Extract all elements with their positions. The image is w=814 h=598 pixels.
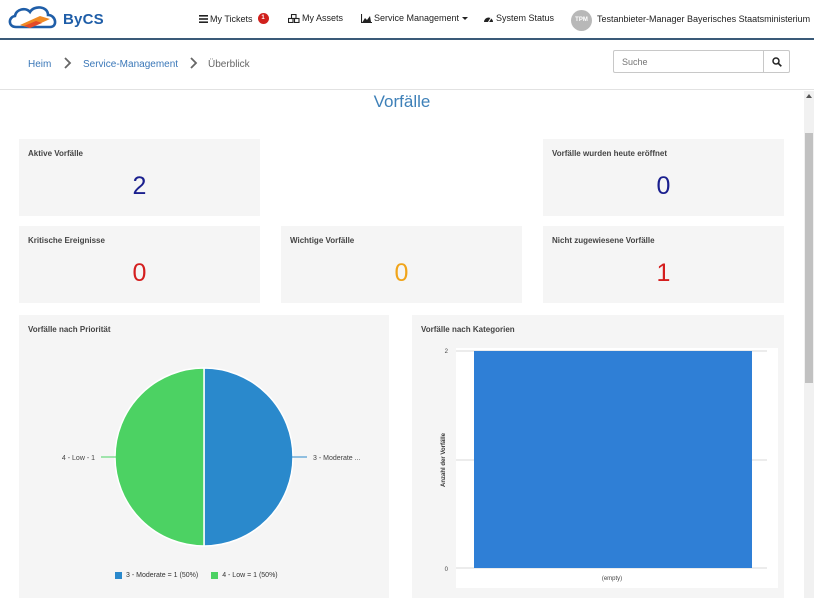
breadcrumb-service-management[interactable]: Service-Management: [83, 59, 178, 70]
nav-my-tickets-label: My Tickets: [210, 13, 253, 24]
area-chart-icon: [361, 13, 372, 23]
search-button[interactable]: [763, 50, 790, 73]
legend-label: 3 - Moderate = 1 (50%): [126, 572, 199, 579]
category-bar-chart: 2 0 Anzahl der Vorfälle (empty): [441, 348, 778, 588]
card-title: Wichtige Vorfälle: [290, 236, 355, 245]
card-title: Aktive Vorfälle: [28, 149, 83, 158]
brand-logo[interactable]: ByCS: [6, 3, 116, 35]
scroll-up-arrow-icon[interactable]: [806, 94, 812, 98]
page-title: Vorfälle: [373, 92, 431, 111]
nav-my-assets-label: My Assets: [302, 13, 344, 23]
legend-item-moderate[interactable]: 3 - Moderate = 1 (50%): [115, 572, 198, 579]
chevron-right-icon: [190, 57, 198, 69]
card-title: Kritische Ereignisse: [28, 236, 105, 245]
legend-swatch: [211, 572, 219, 579]
legend-label: 4 - Low = 1 (50%): [222, 572, 278, 579]
dashboard-gauge-icon: [484, 17, 493, 22]
card-title: Vorfälle wurden heute eröffnet: [552, 149, 667, 158]
nav-service-management[interactable]: Service Management: [361, 13, 469, 23]
card-opened-today[interactable]: Vorfälle wurden heute eröffnet 0: [543, 139, 784, 216]
card-title: Nicht zugewiesene Vorfälle: [552, 236, 655, 245]
card-active-incidents[interactable]: Aktive Vorfälle 2: [19, 139, 260, 216]
user-avatar[interactable]: TPM: [571, 10, 592, 31]
nav-my-tickets[interactable]: My Tickets 1: [199, 13, 269, 24]
bar-empty[interactable]: [474, 351, 752, 568]
breadcrumb-bar: Heim Service-Management Überblick: [0, 40, 814, 90]
card-value: 0: [132, 259, 147, 287]
pie-slice-4-low[interactable]: [114, 367, 205, 547]
priority-pie-chart: 4 - Low - 1 3 - Moderate ...: [62, 367, 361, 547]
pie-label-low: 4 - Low - 1: [62, 455, 95, 462]
nav-system-status[interactable]: System Status: [483, 13, 554, 23]
nav-system-status-label: System Status: [496, 13, 555, 23]
card-unassigned-incidents[interactable]: Nicht zugewiesene Vorfälle 1: [543, 226, 784, 303]
page-scrollbar[interactable]: [804, 91, 814, 598]
legend-item-low[interactable]: 4 - Low = 1 (50%): [211, 572, 278, 579]
legend-swatch: [115, 572, 122, 579]
y-tick-label: 2: [445, 349, 449, 355]
breadcrumb-current: Überblick: [208, 59, 250, 70]
card-value: 2: [132, 172, 147, 200]
cubes-icon: [288, 13, 300, 23]
chevron-right-icon: [64, 57, 72, 69]
card-important-incidents[interactable]: Wichtige Vorfälle 0: [281, 226, 522, 303]
nav-my-assets[interactable]: My Assets: [288, 13, 343, 23]
card-value: 0: [394, 259, 409, 287]
brand-name: ByCS: [63, 11, 104, 28]
nav-service-management-label: Service Management: [374, 13, 460, 23]
x-tick-label: (empty): [602, 576, 622, 582]
main-content: Vorfälle Aktive Vorfälle 2 Vorfälle wurd…: [0, 91, 804, 598]
search-input[interactable]: [613, 50, 764, 73]
card-value: 0: [656, 172, 671, 200]
list-icon: [199, 14, 208, 23]
scroll-thumb[interactable]: [805, 133, 813, 383]
y-axis-label: Anzahl der Vorfälle: [441, 432, 447, 487]
tickets-count-badge: 1: [257, 13, 269, 24]
card-value: 1: [656, 259, 671, 287]
cloud-logo-icon: [8, 6, 57, 29]
search-icon: [771, 56, 782, 67]
breadcrumb-home[interactable]: Heim: [28, 59, 51, 70]
caret-down-icon: [462, 16, 469, 20]
pie-legend: 3 - Moderate = 1 (50%) 4 - Low = 1 (50%): [115, 572, 278, 579]
pie-label-moderate: 3 - Moderate ...: [313, 455, 361, 462]
y-tick-label: 0: [445, 567, 449, 573]
top-navbar: ByCS My Tickets 1 My Assets Service Mana…: [0, 0, 814, 40]
pie-slice-3-moderate[interactable]: [203, 367, 294, 547]
card-critical-events[interactable]: Kritische Ereignisse 0: [19, 226, 260, 303]
user-menu-name[interactable]: Testanbieter-Manager Bayerisches Staatsm…: [597, 14, 810, 24]
